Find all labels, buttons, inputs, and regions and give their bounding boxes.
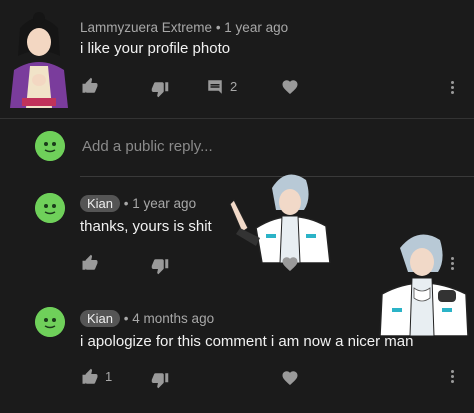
reply-input[interactable] bbox=[80, 134, 444, 158]
heart-icon bbox=[282, 257, 298, 272]
comment-text: i like your profile photo bbox=[80, 40, 231, 57]
more-button[interactable] bbox=[451, 79, 454, 96]
comment-author[interactable]: Lammyzuera Extreme bbox=[80, 20, 212, 35]
reply-dislike-button[interactable] bbox=[150, 370, 170, 390]
reply-heart-button[interactable] bbox=[280, 368, 300, 388]
thumb-down-icon bbox=[151, 373, 169, 389]
reply-more-button[interactable] bbox=[451, 368, 454, 385]
heart-icon bbox=[282, 371, 298, 386]
reply-text: thanks, yours is shit bbox=[80, 218, 212, 235]
reply-heart-button[interactable] bbox=[280, 254, 300, 274]
like-button[interactable] bbox=[80, 76, 100, 96]
replies-button[interactable] bbox=[205, 77, 225, 97]
like-count: 1 bbox=[105, 369, 113, 384]
divider bbox=[0, 118, 474, 119]
user-avatar bbox=[35, 131, 65, 161]
comment-time: 1 year ago bbox=[224, 20, 289, 35]
thumb-down-icon bbox=[151, 259, 169, 275]
more-icon bbox=[451, 81, 454, 84]
reply-like-button[interactable] bbox=[80, 253, 100, 273]
sticker-image bbox=[378, 228, 470, 337]
reply-text: i apologize for this comment i am now a … bbox=[80, 333, 414, 350]
reply-like-button[interactable] bbox=[80, 367, 100, 387]
heart-icon bbox=[282, 80, 298, 95]
reply-count: 2 bbox=[230, 79, 238, 94]
reply-time: 1 year ago bbox=[132, 196, 197, 211]
reply-time: 4 months ago bbox=[132, 311, 215, 326]
thumb-up-icon bbox=[82, 254, 98, 270]
reply-icon bbox=[208, 80, 222, 94]
thumb-up-icon bbox=[82, 77, 98, 93]
reply-author-badge[interactable]: Kian bbox=[80, 195, 121, 212]
reply-author-badge[interactable]: Kian bbox=[80, 310, 121, 327]
reply-avatar[interactable] bbox=[35, 307, 65, 337]
dislike-button[interactable] bbox=[150, 79, 170, 99]
reply-avatar[interactable] bbox=[35, 193, 65, 223]
heart-button[interactable] bbox=[280, 77, 300, 97]
sticker-image bbox=[226, 168, 332, 264]
more-icon bbox=[451, 370, 454, 373]
thumb-up-icon bbox=[82, 368, 98, 384]
commenter-avatar[interactable] bbox=[8, 10, 70, 108]
reply-dislike-button[interactable] bbox=[150, 256, 170, 276]
thumb-down-icon bbox=[151, 82, 169, 98]
